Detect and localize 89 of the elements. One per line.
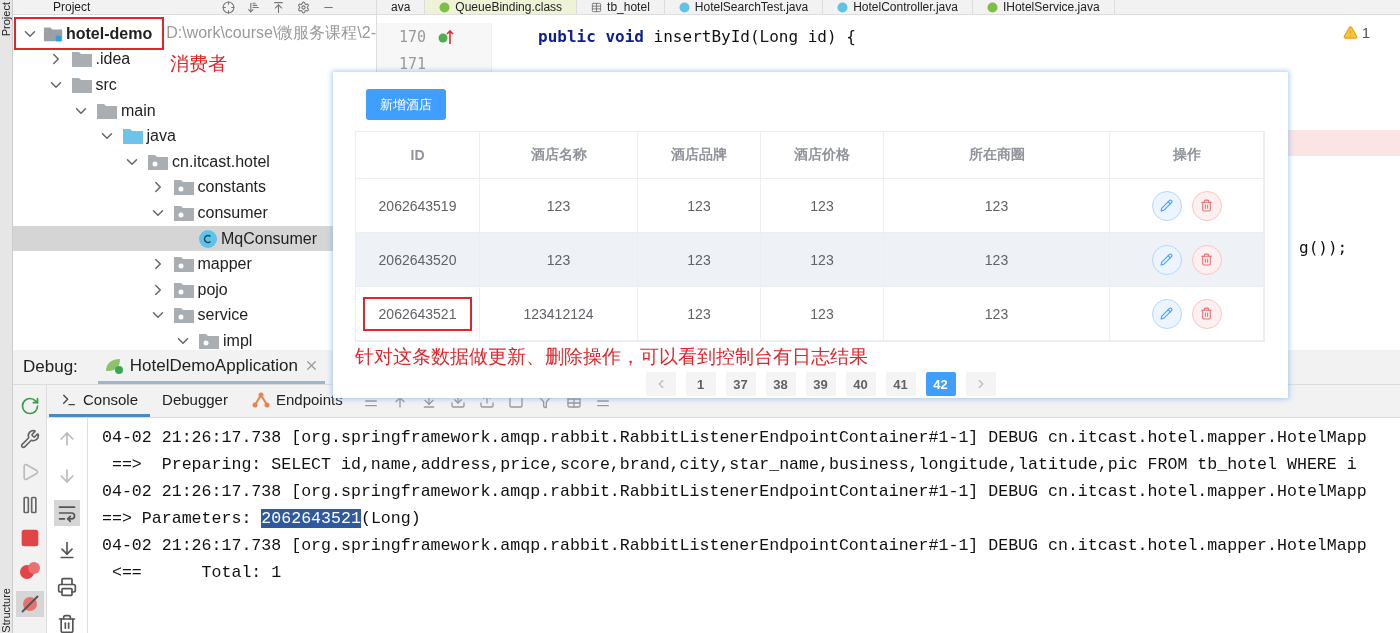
- page-button[interactable]: 41: [885, 372, 916, 396]
- console-line: 04-02 21:26:17.738 [org.springframework.amqp.rabbit.RabbitListenerEndpointContainer#1-1] DEBUG cn.itcast.hotel.mapper.HotelMapp: [102, 427, 1367, 449]
- page-button[interactable]: 39: [805, 372, 836, 396]
- annotation-text: 消费者: [170, 52, 227, 76]
- package-folder-icon: [172, 255, 195, 274]
- trash-icon: [1200, 253, 1213, 266]
- tree-item[interactable]: hotel-demo: [65, 24, 153, 43]
- package-folder-icon: [198, 331, 220, 350]
- panel-title: Debug:: [23, 357, 78, 377]
- console-line: ==> Preparing: SELECT id,name,address,price,score,brand,city,star_name,business,longitude,latitude,pic FROM tb_hotel WHERE i: [110, 454, 1358, 476]
- trash-icon: [1200, 307, 1213, 320]
- collapse-icon[interactable]: [272, 0, 286, 14]
- table-cell: 123412124: [480, 287, 638, 341]
- annotation-text: 针对这条数据做更新、删除操作，可以看到控制台有日志结果: [355, 345, 868, 369]
- table-cell: 123: [480, 233, 638, 287]
- table-cell: 123: [761, 233, 884, 287]
- editor-tab[interactable]: tb_hotel: [577, 0, 665, 14]
- pencil-icon: [1160, 199, 1173, 212]
- page-button[interactable]: 40: [845, 372, 876, 396]
- console-line: 04-02 21:26:17.738 [org.springframework.amqp.rabbit.RabbitListenerEndpointContainer#1-1] DEBUG cn.itcast.hotel.mapper.HotelMapp: [102, 481, 1367, 503]
- package-folder-icon: [147, 152, 169, 171]
- table-cell: 2062643521: [356, 287, 480, 341]
- implements-marker-icon[interactable]: [438, 28, 455, 45]
- settings-icon[interactable]: [297, 0, 311, 14]
- tree-item[interactable]: mapper: [197, 255, 252, 274]
- tree-item[interactable]: consumer: [197, 203, 268, 222]
- tree-item[interactable]: service: [197, 306, 249, 325]
- editor-tab[interactable]: HotelSearchTest.java: [664, 0, 824, 14]
- panel-title[interactable]: Project: [53, 0, 91, 14]
- table-cell: 123: [884, 287, 1110, 341]
- pencil-icon: [1160, 307, 1173, 320]
- pencil-icon: [1160, 253, 1173, 266]
- table-cell: 123: [884, 179, 1110, 233]
- delete-button[interactable]: [1191, 190, 1222, 221]
- tree-item[interactable]: MqConsumer: [221, 229, 318, 248]
- table-cell: 123: [761, 179, 884, 233]
- endpoints-icon: [251, 391, 270, 408]
- page-button[interactable]: 38: [765, 372, 796, 396]
- package-folder-icon: [172, 178, 195, 197]
- project-path: D:\work\course\微服务课程\2-: [166, 23, 376, 44]
- edit-button[interactable]: [1151, 244, 1182, 275]
- table-icon: [591, 1, 603, 13]
- table-cell: 2062643519: [356, 179, 480, 233]
- folder-icon: [96, 101, 118, 120]
- trash-icon: [1200, 199, 1213, 212]
- package-folder-icon: [172, 280, 195, 299]
- code-line: public void insertById(Long id) {: [538, 27, 856, 46]
- table-cell: 123: [638, 179, 761, 233]
- editor-tab[interactable]: IHotelService.java: [972, 0, 1115, 14]
- table-cell: 123: [638, 233, 761, 287]
- expand-icon[interactable]: [247, 0, 261, 14]
- folder-icon: [70, 76, 93, 94]
- spring-leaf-icon: [103, 356, 124, 375]
- folder-icon: [121, 127, 144, 146]
- mute-breakpoints-icon[interactable]: [15, 591, 44, 617]
- table-cell: 123: [480, 179, 638, 233]
- folder-icon: [70, 50, 93, 69]
- project-stripe-label[interactable]: Project: [0, 0, 12, 39]
- warning-count[interactable]: 1: [1342, 24, 1370, 41]
- edit-button[interactable]: [1151, 190, 1182, 221]
- panel-tab[interactable]: Endpoints: [239, 385, 355, 417]
- table-cell: 2062643520: [356, 233, 480, 287]
- editor-tab[interactable]: HotelController.java: [823, 0, 973, 14]
- table-cell: 123: [638, 287, 761, 341]
- crosshair-icon[interactable]: [222, 0, 236, 14]
- table-cell: 123: [761, 287, 884, 341]
- package-folder-icon: [172, 203, 195, 222]
- page-button[interactable]: 37: [725, 372, 756, 396]
- package-folder-icon: [172, 306, 195, 325]
- tree-item[interactable]: constants: [197, 178, 266, 197]
- tree-item[interactable]: cn.itcast.hotel: [172, 152, 270, 171]
- soft-wrap-icon[interactable]: [54, 500, 80, 526]
- tree-item[interactable]: impl: [223, 331, 253, 350]
- console-line: <== Total: 1: [110, 562, 283, 584]
- delete-button[interactable]: [1191, 244, 1222, 275]
- line-number: 171: [399, 54, 427, 73]
- tree-item[interactable]: main: [121, 101, 156, 120]
- tree-item[interactable]: pojo: [197, 280, 228, 299]
- tree-item[interactable]: src: [95, 76, 117, 94]
- panel-tab[interactable]: Debugger: [150, 385, 240, 417]
- edit-button[interactable]: [1151, 298, 1182, 329]
- page-button[interactable]: 1: [685, 372, 716, 396]
- console-line: 04-02 21:26:17.738 [org.springframework.amqp.rabbit.RabbitListenerEndpointContainer#1-1] DEBUG cn.itcast.hotel.mapper.HotelMapp: [102, 535, 1367, 557]
- delete-button[interactable]: [1191, 298, 1222, 329]
- line-number: 170: [399, 27, 427, 46]
- tree-item[interactable]: java: [146, 127, 176, 146]
- code-line: g());: [1299, 238, 1348, 257]
- tree-item[interactable]: .idea: [95, 50, 131, 69]
- table-cell: 123: [884, 233, 1110, 287]
